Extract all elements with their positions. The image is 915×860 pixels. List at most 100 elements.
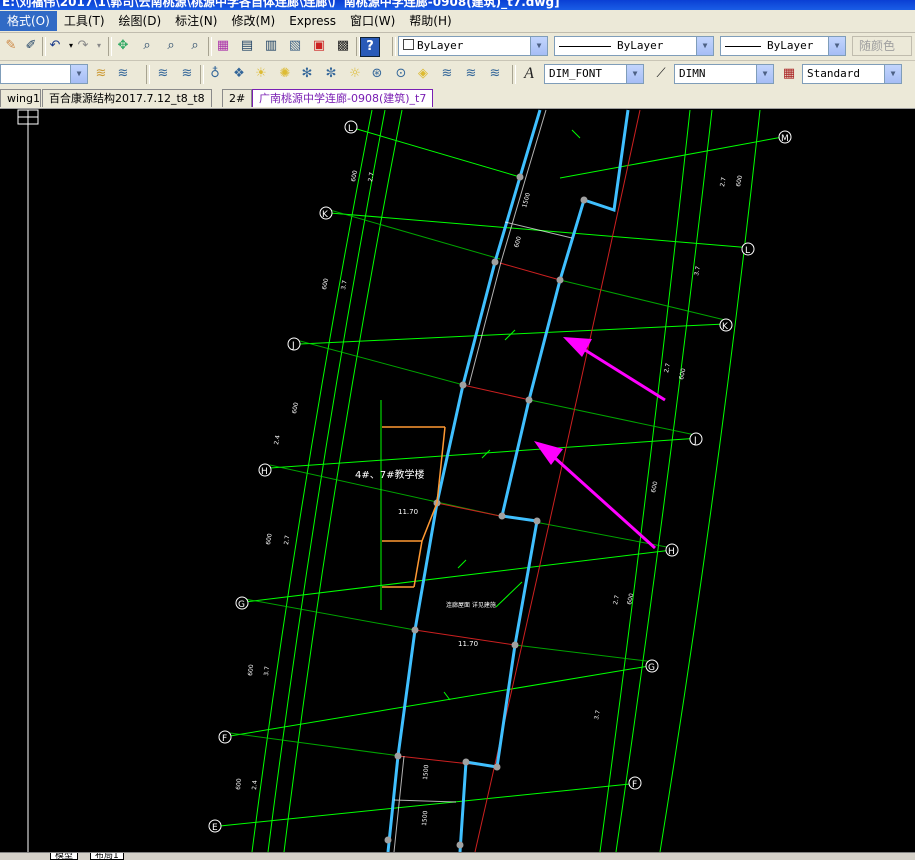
axis-bubble-J-left: J (287, 337, 301, 351)
layer-isolate-icon[interactable]: ❖ (230, 65, 248, 83)
calculator-icon[interactable]: ▩ (334, 37, 352, 55)
axis-bubble-H-right: H (665, 543, 679, 557)
layer-unfreeze-icon[interactable]: ☼ (346, 65, 364, 83)
chevron-down-icon[interactable]: ▼ (756, 65, 773, 83)
slope-marks (443, 129, 581, 701)
window-title-bar: E:\刘福伟\2017\1\郭司\云南桃源\桃源中学各自体连廊\连廊\广南桃源中… (0, 0, 915, 10)
layer-merge-icon[interactable]: ≋ (462, 65, 480, 83)
toolbar-separator (512, 65, 516, 84)
lineweight-combo-value: ByLayer (767, 39, 814, 52)
chevron-down-icon[interactable]: ▼ (530, 37, 547, 55)
layer-freeze-icon[interactable]: ✻ (298, 65, 316, 83)
menu-modify[interactable]: 修改(M) (224, 11, 282, 31)
toolbar-separator (392, 37, 396, 56)
layer-manager-icon[interactable]: ≋ (92, 65, 110, 83)
text-style-icon[interactable]: A (520, 65, 538, 83)
svg-text:600: 600 (735, 175, 744, 188)
menu-express[interactable]: Express (282, 11, 343, 31)
layer-freeze-all-icon[interactable]: ✼ (322, 65, 340, 83)
dimension-texts: 1500 600 600 2.7 600 3.7 600 2.4 600 2.7… (235, 170, 744, 827)
zoom-window-icon[interactable]: ⌕ (162, 37, 180, 55)
redo-dropdown-icon[interactable]: ▾ (90, 37, 108, 55)
layer-previous-icon[interactable]: ≋ (114, 65, 132, 83)
axis-bubble-K-left: K (319, 206, 333, 220)
lineweight-sample-icon (725, 45, 761, 47)
layer-on-icon[interactable]: ☀ (252, 65, 270, 83)
drawing-canvas[interactable]: 4#、7#教学楼 11.70 11.70 连廊屋面 详见建施 1500 600 … (0, 109, 915, 852)
svg-text:F: F (222, 734, 227, 744)
color-control-dropdown[interactable]: ByLayer ▼ (398, 36, 548, 56)
paint-icon[interactable]: ✎ (2, 37, 20, 55)
svg-text:J: J (291, 341, 295, 351)
elevation-label-1: 11.70 (398, 508, 418, 516)
menu-window[interactable]: 窗口(W) (343, 11, 402, 31)
dim-style-icon[interactable]: ⟋ (652, 65, 670, 83)
tab-drawing1[interactable]: wing1 (0, 89, 41, 107)
chevron-down-icon[interactable]: ▼ (696, 37, 713, 55)
svg-text:600: 600 (650, 481, 659, 494)
zoom-previous-icon[interactable]: ⌕ (186, 37, 204, 55)
tab-layout1[interactable]: 布局1 (90, 853, 124, 860)
layer-thaw-icon[interactable]: ✺ (276, 65, 294, 83)
layer-lock-icon[interactable]: ⊛ (368, 65, 386, 83)
chevron-down-icon[interactable]: ▼ (626, 65, 643, 83)
layer-off-icon[interactable]: ♁ (206, 65, 224, 83)
adjacent-building (382, 426, 446, 588)
svg-text:2.7: 2.7 (367, 172, 376, 183)
menu-dimension[interactable]: 标注(N) (168, 11, 224, 31)
svg-text:H: H (668, 547, 675, 557)
chevron-down-icon[interactable]: ▼ (828, 37, 845, 55)
toolbar-separator (146, 65, 150, 84)
axis-bubble-F-left: F (218, 730, 232, 744)
toolbar-separator (200, 65, 204, 84)
layer-unlock-icon[interactable]: ⊙ (392, 65, 410, 83)
text-style-value: DIM_FONT (549, 67, 602, 80)
linetype-control-dropdown[interactable]: ByLayer ▼ (554, 36, 714, 56)
svg-text:G: G (238, 600, 245, 610)
menu-help[interactable]: 帮助(H) (402, 11, 458, 31)
layer-walk-icon[interactable]: ≋ (178, 65, 196, 83)
lineweight-control-dropdown[interactable]: ByLayer ▼ (720, 36, 846, 56)
dim-style-dropdown[interactable]: DIMN ▼ (674, 64, 774, 84)
layer-delete-icon[interactable]: ≋ (486, 65, 504, 83)
sheet-set-icon[interactable]: ▧ (286, 37, 304, 55)
layer-states-icon[interactable]: ≋ (154, 65, 172, 83)
menu-draw[interactable]: 绘图(D) (112, 11, 169, 31)
table-style-dropdown[interactable]: Standard ▼ (802, 64, 902, 84)
annotation-arrows (534, 337, 666, 550)
svg-text:2.4: 2.4 (251, 780, 259, 790)
menu-format[interactable]: 格式(O) (0, 11, 57, 31)
toolbar-separator (208, 37, 212, 56)
chevron-down-icon[interactable]: ▼ (70, 65, 87, 83)
layer-dropdown[interactable]: ▼ (0, 64, 88, 84)
markup-icon[interactable]: ▣ (310, 37, 328, 55)
text-style-dropdown[interactable]: DIM_FONT ▼ (544, 64, 644, 84)
help-icon[interactable]: ? (360, 37, 380, 57)
tab-building-2[interactable]: 2# (222, 89, 253, 107)
svg-text:2.4: 2.4 (273, 435, 282, 446)
match-properties-icon[interactable]: ✐ (22, 37, 40, 55)
layer-match-icon[interactable]: ◈ (414, 65, 432, 83)
tool-palettes-icon[interactable]: ▥ (262, 37, 280, 55)
elevation-label-2: 11.70 (458, 640, 478, 648)
left-axis-curves (251, 109, 403, 852)
design-center-icon[interactable]: ▤ (238, 37, 256, 55)
properties-icon[interactable]: ▦ (214, 37, 232, 55)
svg-text:3.7: 3.7 (593, 709, 602, 720)
svg-text:2.7: 2.7 (283, 535, 291, 546)
tab-guangnan-corridor[interactable]: 广南桃源中学连廊-0908(建筑)_t7 (252, 89, 434, 107)
table-style-value: Standard (807, 67, 860, 80)
menu-tools[interactable]: 工具(T) (57, 11, 112, 31)
zoom-realtime-icon[interactable]: ⌕ (138, 37, 156, 55)
tab-model[interactable]: 模型 (50, 853, 79, 860)
ucs-icon (17, 109, 39, 852)
pan-icon[interactable]: ✥ (114, 37, 132, 55)
layer-change-icon[interactable]: ≋ (438, 65, 456, 83)
svg-text:600: 600 (291, 402, 300, 415)
right-axis-curves (599, 109, 761, 852)
tab-baihe-structure[interactable]: 百合康源结构2017.7.12_t8_t8 (42, 89, 212, 107)
chevron-down-icon[interactable]: ▼ (884, 65, 901, 83)
table-style-icon[interactable]: ▦ (780, 65, 798, 83)
svg-text:H: H (261, 467, 268, 477)
cad-drawing[interactable]: 4#、7#教学楼 11.70 11.70 连廊屋面 详见建施 1500 600 … (0, 109, 915, 852)
